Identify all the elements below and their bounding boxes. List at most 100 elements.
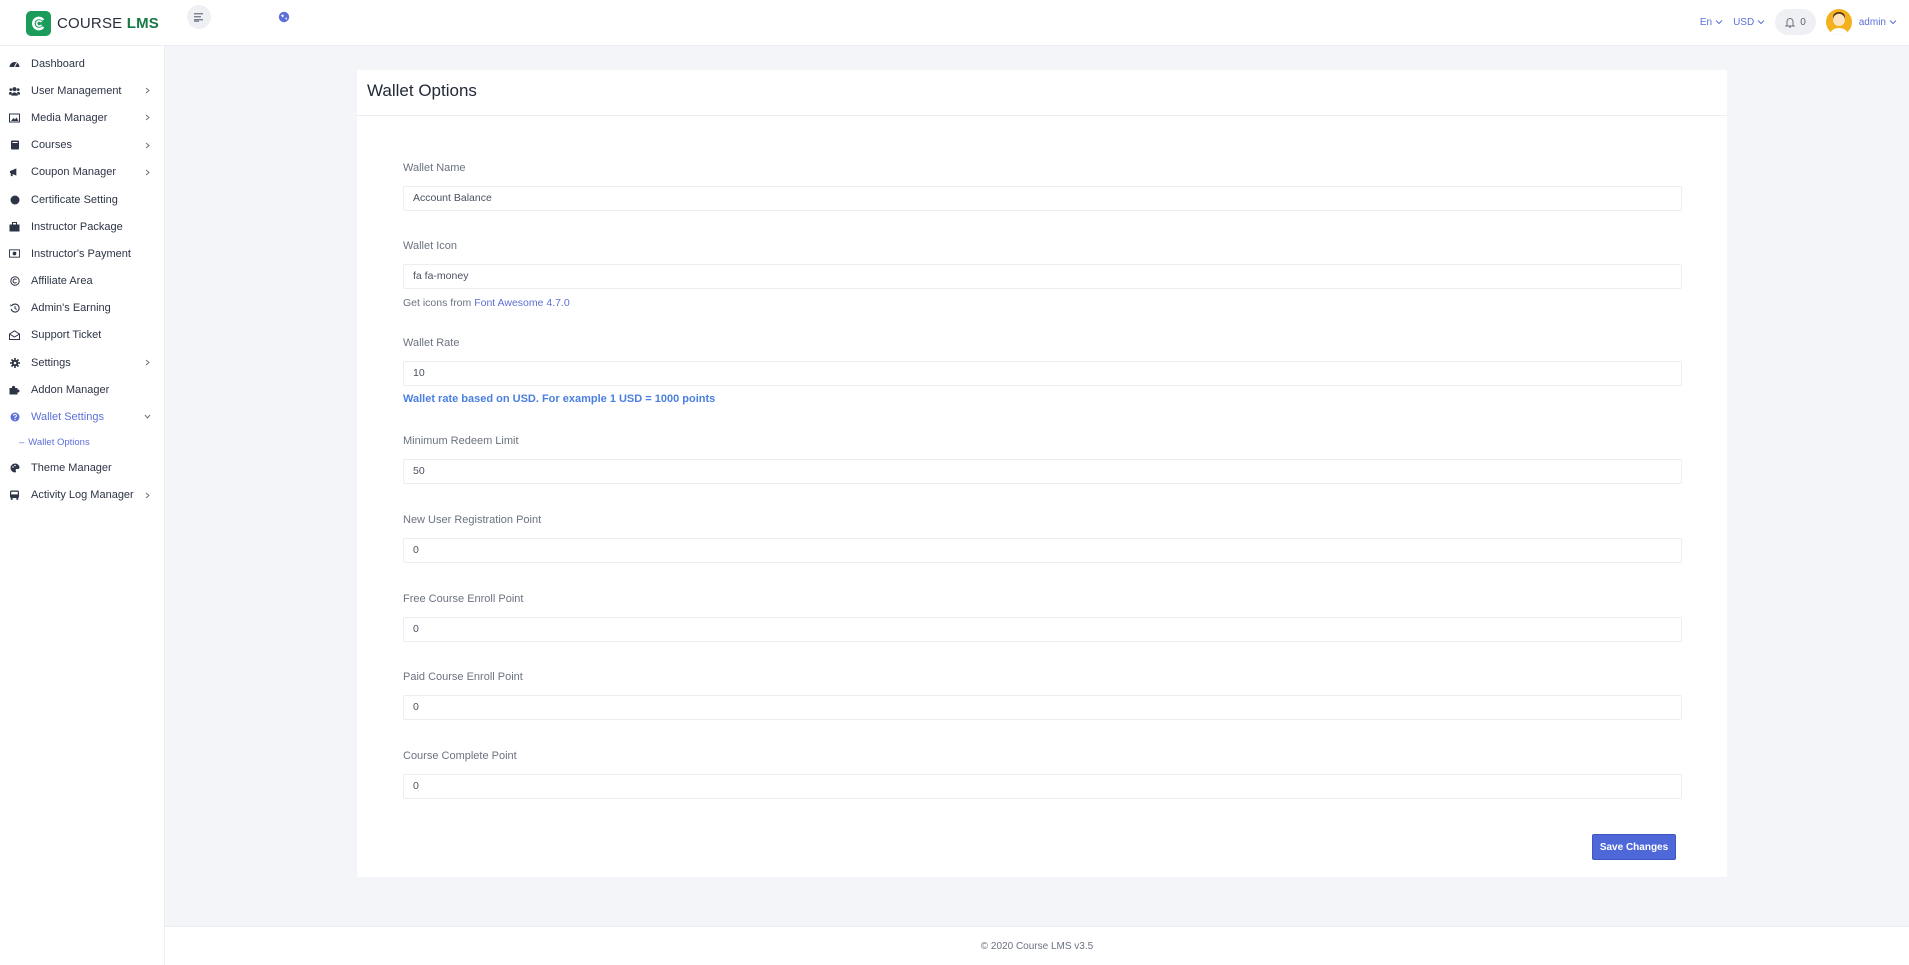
wallet-name-group: Wallet Name Account Balance [403,162,1682,211]
paid-course-point-input[interactable]: 0 [403,695,1682,720]
sidebar-item-media-manager[interactable]: Media Manager [0,104,164,131]
sidebar-item-admins-earning[interactable]: Admin's Earning [0,295,164,322]
globe-icon[interactable] [278,10,290,23]
chevron-down-icon [1889,20,1897,25]
dash-icon: – [19,437,25,449]
wallet-name-label: Wallet Name [403,162,466,174]
sidebar-subitem-label: Wallet Options [28,437,90,449]
bullhorn-icon [9,167,20,178]
icon-hint-text: Get icons from [403,297,472,309]
sidebar-item-affiliate-area[interactable]: Affiliate Area [0,268,164,295]
wallet-icon-label: Wallet Icon [403,240,458,252]
language-selector[interactable]: En [1700,17,1723,28]
avatar[interactable] [1825,9,1852,35]
free-course-point-label: Free Course Enroll Point [403,593,524,605]
logo-icon [26,10,51,36]
chevron-right-icon [145,142,150,148]
chevron-right-icon [145,492,150,499]
sidebar-item-label: Coupon Manager [31,166,117,179]
sidebar-item-label: Affiliate Area [31,275,93,288]
envelope-open-icon [9,330,20,341]
user-avatar-icon [1829,12,1848,35]
new-user-point-input[interactable]: 0 [403,538,1682,563]
top-header: COURSE LMS En USD 0 admin [0,0,1909,46]
header-actions: En USD 0 admin [1690,8,1897,36]
sidebar-item-user-management[interactable]: User Management [0,77,164,104]
sidebar-item-label: Certificate Setting [31,193,118,206]
page-title: Wallet Options [357,70,1727,116]
wallet-rate-note: Wallet rate based on USD. For example 1 … [403,393,716,405]
language-label: En [1699,16,1713,28]
sidebar-item-label: Dashboard [31,57,85,70]
wallet-rate-label: Wallet Rate [403,337,460,349]
paid-course-point-label: Paid Course Enroll Point [403,671,523,683]
sidebar-item-label: Admin's Earning [31,302,111,315]
chevron-down-icon [1757,20,1765,25]
briefcase-icon [9,221,20,232]
sidebar-item-wallet-settings[interactable]: Wallet Settings [0,403,164,430]
brand-name: COURSE LMS [57,14,160,32]
sidebar-nav: Dashboard User Management Media Manager … [0,46,164,509]
dashboard-icon [9,58,20,69]
chevron-right-icon [145,87,150,94]
sidebar-item-instructor-package[interactable]: Instructor Package [0,213,164,240]
wallet-rate-input[interactable]: 10 [403,361,1682,386]
sidebar: Dashboard User Management Media Manager … [0,46,165,965]
menu-lines-icon [194,12,203,22]
menu-toggle-button[interactable] [187,5,211,29]
sidebar-item-label: Settings [31,356,71,369]
sidebar-item-label: Activity Log Manager [31,489,134,502]
footer-copyright: © 2020 Course LMS v3.5 [980,941,1094,952]
sidebar-item-label: Wallet Settings [31,411,104,424]
sidebar-item-theme-manager[interactable]: Theme Manager [0,455,164,482]
new-user-point-label: New User Registration Point [403,514,542,526]
sidebar-item-certificate-setting[interactable]: Certificate Setting [0,186,164,213]
sidebar-item-coupon-manager[interactable]: Coupon Manager [0,159,164,186]
min-redeem-group: Minimum Redeem Limit 50 [403,435,1682,484]
bell-icon [1785,17,1796,28]
sidebar-subitem-wallet-options[interactable]: – Wallet Options [0,431,164,455]
sidebar-item-addon-manager[interactable]: Addon Manager [0,376,164,403]
chevron-right-icon [145,114,150,121]
book-icon [9,140,20,151]
brand-logo[interactable]: COURSE LMS [26,10,159,36]
user-menu[interactable]: admin [1852,17,1897,28]
notification-count: 0 [1800,16,1806,28]
course-complete-point-group: Course Complete Point 0 [403,750,1682,799]
sidebar-item-label: User Management [31,84,122,97]
users-icon [9,85,20,96]
sidebar-item-label: Media Manager [31,111,108,124]
sidebar-item-support-ticket[interactable]: Support Ticket [0,322,164,349]
sidebar-item-activity-log-manager[interactable]: Activity Log Manager [0,482,164,509]
wallet-icon-input[interactable]: fa fa-money [403,264,1682,289]
user-name: admin [1858,16,1886,28]
sidebar-item-instructors-payment[interactable]: Instructor's Payment [0,240,164,267]
sidebar-item-label: Instructor's Payment [31,247,131,260]
bus-icon [9,490,20,501]
sidebar-item-label: Courses [31,139,72,152]
copyright-icon [9,276,20,287]
sidebar-item-label: Support Ticket [31,329,102,342]
free-course-point-input[interactable]: 0 [403,617,1682,642]
save-changes-button[interactable]: Save Changes [1592,834,1676,860]
certificate-icon [9,194,20,205]
sidebar-item-label: Addon Manager [31,383,110,396]
footer: © 2020 Course LMS v3.5 [165,926,1909,965]
puzzle-icon [9,384,20,395]
money-icon [9,248,20,259]
font-awesome-link[interactable]: Font Awesome 4.7.0 [474,297,570,309]
notifications-button[interactable]: 0 [1775,9,1816,35]
currency-label: USD [1733,16,1755,28]
icon-hint: Get icons from Font Awesome 4.7.0 [403,297,1682,309]
wallet-rate-group: Wallet Rate 10 Wallet rate based on USD.… [403,337,1682,405]
min-redeem-input[interactable]: 50 [403,459,1682,484]
wallet-icon-group: Wallet Icon fa fa-money Get icons from F… [403,240,1682,309]
currency-selector[interactable]: USD [1733,17,1765,28]
sidebar-item-courses[interactable]: Courses [0,132,164,159]
sidebar-item-dashboard[interactable]: Dashboard [0,50,164,77]
sidebar-item-settings[interactable]: Settings [0,349,164,376]
palette-icon [9,463,20,474]
wallet-name-input[interactable]: Account Balance [403,186,1682,211]
course-complete-point-input[interactable]: 0 [403,774,1682,799]
wallet-options-card: Wallet Options Wallet Name Account Balan… [357,70,1727,877]
